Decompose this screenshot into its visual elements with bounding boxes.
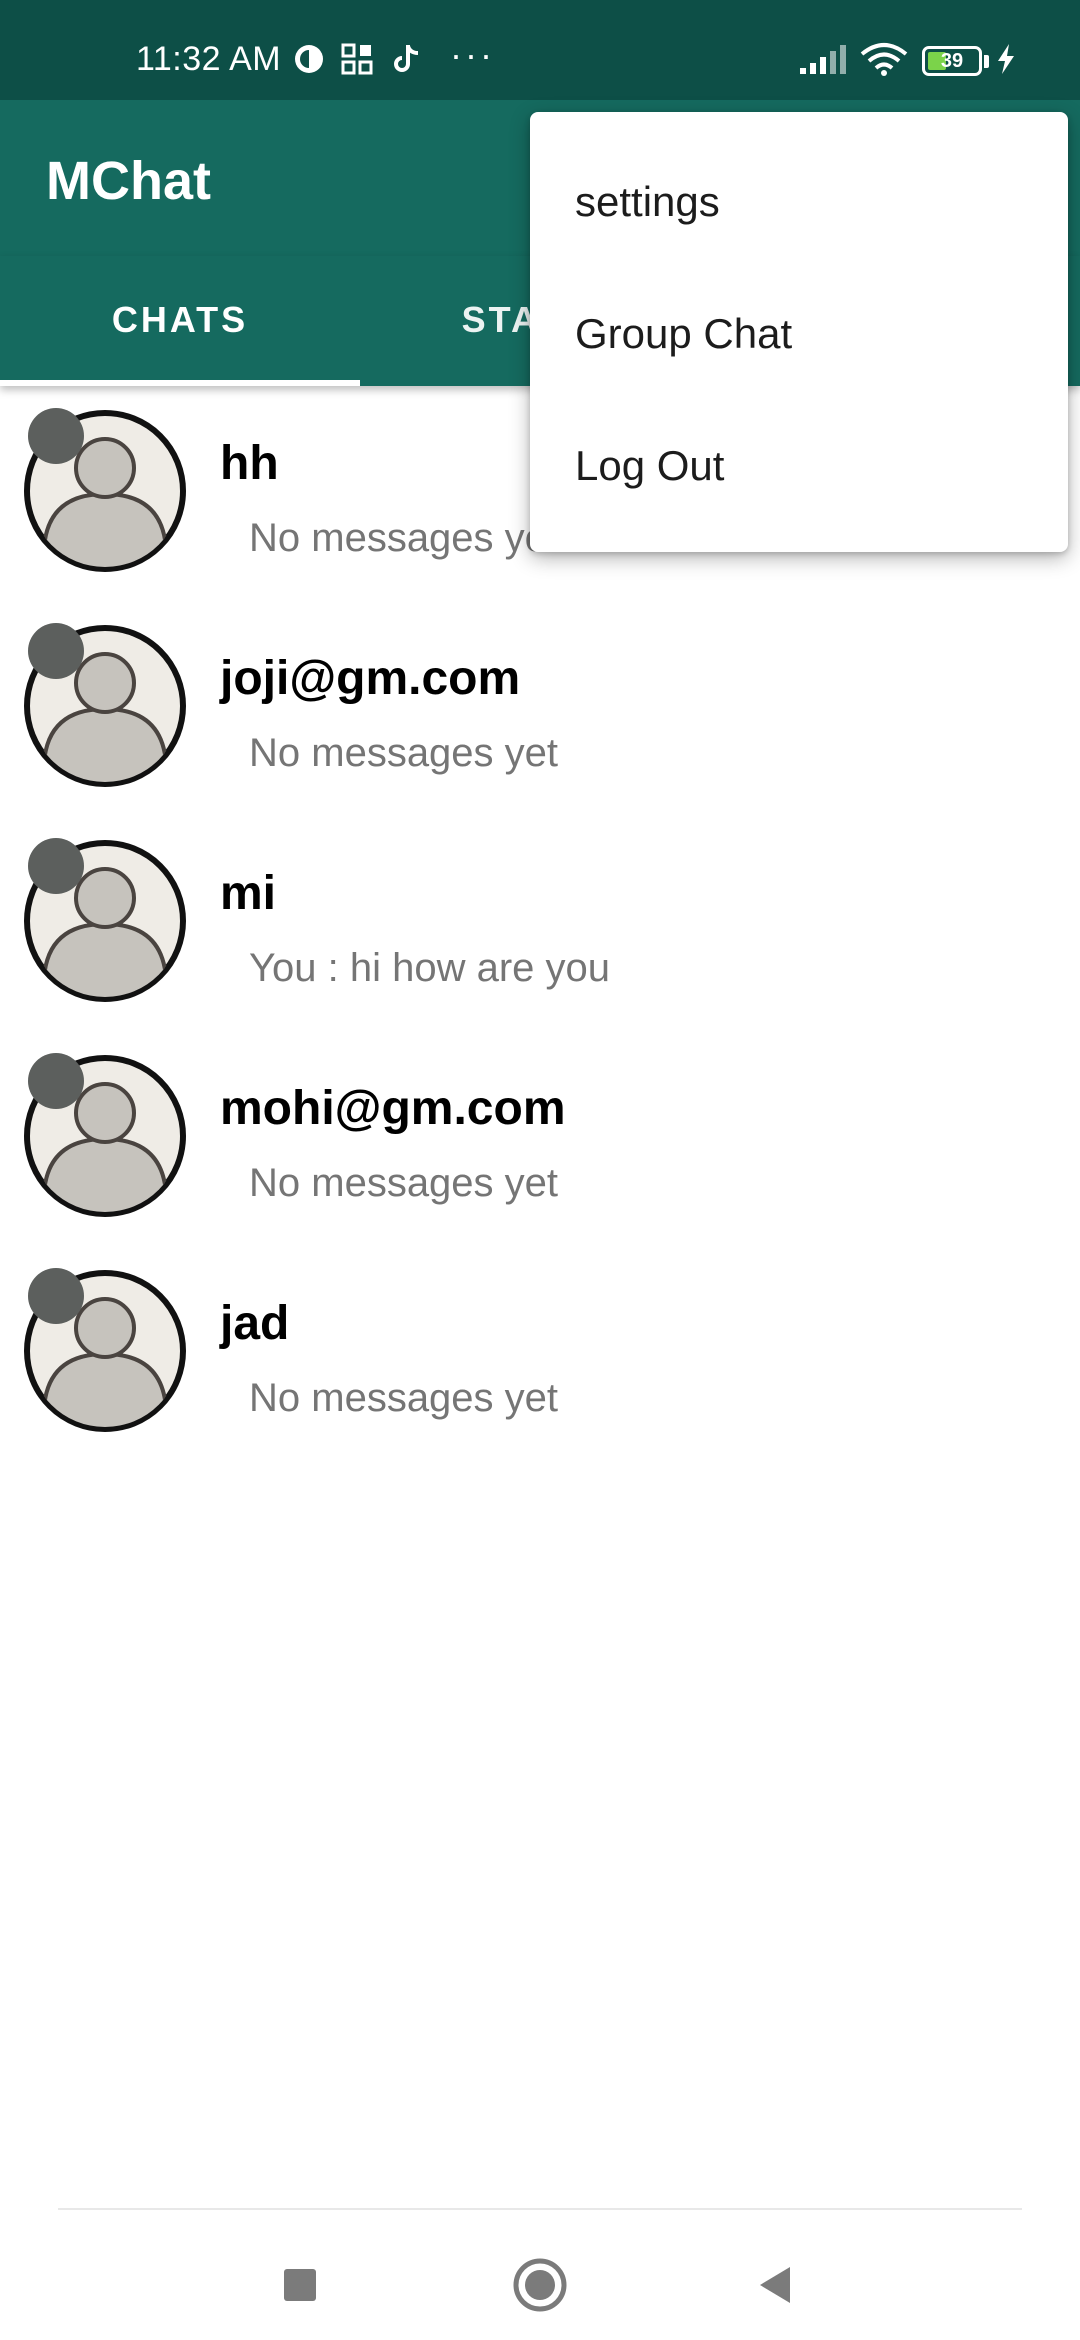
charging-icon <box>998 44 1014 74</box>
chat-name: jad <box>220 1297 290 1350</box>
chat-name: joji@gm.com <box>220 652 521 705</box>
battery-icon: 39 <box>922 46 982 76</box>
battery-percent: 39 <box>940 50 964 72</box>
chat-preview: You : hi how are you <box>249 946 610 990</box>
recents-square-icon[interactable] <box>260 2245 340 2325</box>
status-bar: 11:32 AM ··· 39 <box>0 0 1080 100</box>
chat-row[interactable]: mohi@gm.com No messages yet <box>0 1031 1080 1246</box>
chat-name: mi <box>220 867 277 920</box>
app-title: MChat <box>46 151 211 211</box>
back-triangle-icon[interactable] <box>736 2245 816 2325</box>
menu-item-settings[interactable]: settings <box>530 136 1068 268</box>
chat-preview: No messages yet <box>249 731 559 775</box>
presence-dot <box>28 1268 84 1324</box>
overflow-menu: settings Group Chat Log Out <box>530 112 1068 552</box>
menu-item-group-chat[interactable]: Group Chat <box>530 268 1068 400</box>
presence-dot <box>28 838 84 894</box>
chat-preview: No messages yet <box>249 1376 559 1420</box>
chat-name: mohi@gm.com <box>220 1082 566 1135</box>
tiktok-icon <box>394 45 419 72</box>
wifi-icon <box>860 43 908 76</box>
battery-cap <box>984 55 989 68</box>
chat-row[interactable]: joji@gm.com No messages yet <box>0 601 1080 816</box>
nav-divider <box>58 2208 1022 2210</box>
signal-icon <box>800 45 846 74</box>
data-saver-icon <box>295 45 323 73</box>
chat-row[interactable]: mi You : hi how are you <box>0 816 1080 1031</box>
tab-chats[interactable]: CHATS <box>0 256 360 386</box>
menu-item-log-out[interactable]: Log Out <box>530 400 1068 532</box>
more-dots-icon: ··· <box>450 34 495 75</box>
app-grid-icon <box>341 43 373 75</box>
home-circle-icon[interactable] <box>500 2245 580 2325</box>
status-time: 11:32 AM <box>136 40 282 78</box>
chat-preview: No messages yet <box>249 516 559 560</box>
chat-name: hh <box>220 437 279 490</box>
chat-preview: No messages yet <box>249 1161 559 1205</box>
presence-dot <box>28 623 84 679</box>
presence-dot <box>28 408 84 464</box>
presence-dot <box>28 1053 84 1109</box>
chat-row[interactable]: jad No messages yet <box>0 1246 1080 1461</box>
